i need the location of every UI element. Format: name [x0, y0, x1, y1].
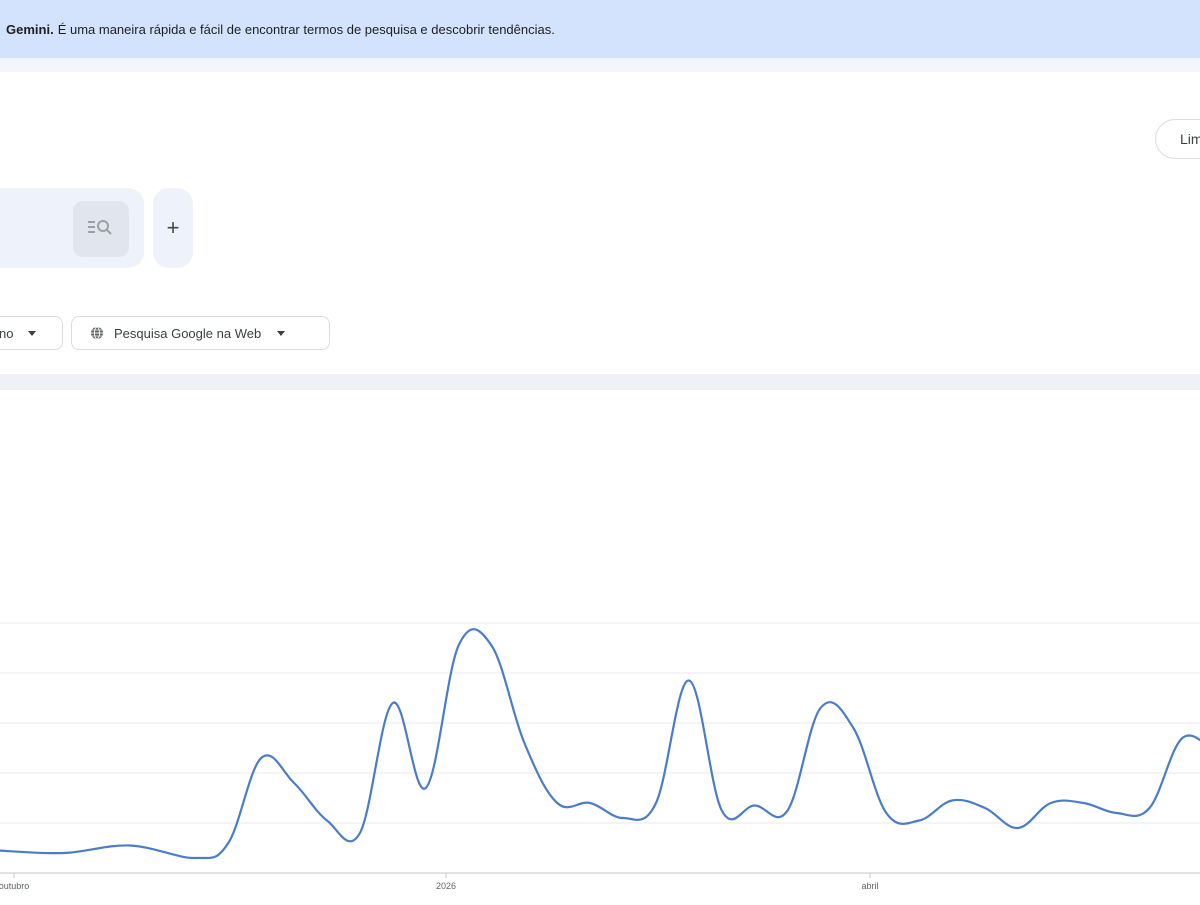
chart-grid	[0, 622, 1200, 874]
property-filter[interactable]: Pesquisa Google na Web	[71, 316, 330, 350]
info-banner: Gemini. É uma maneira rápida e fácil de …	[0, 0, 1200, 58]
chart-x-ticks: outubro 2026 abril	[0, 873, 879, 891]
period-filter-label: no	[0, 325, 14, 341]
chevron-down-icon	[28, 330, 37, 336]
series-line	[0, 628, 1200, 860]
explore-button[interactable]	[73, 201, 129, 257]
explore-search-icon	[86, 216, 116, 243]
banner-bold-text: Gemini.	[6, 21, 54, 37]
x-tick-label: outubro	[0, 881, 29, 891]
globe-icon	[90, 326, 104, 340]
plus-icon: +	[166, 215, 180, 240]
section-divider	[0, 374, 1200, 390]
x-tick-label: abril	[861, 881, 878, 891]
chevron-down-icon	[277, 330, 286, 336]
x-tick-label: 2026	[436, 881, 456, 891]
interest-over-time-chart: outubro 2026 abril	[0, 390, 1200, 900]
banner-divider	[0, 58, 1200, 72]
period-filter[interactable]: no	[0, 316, 63, 350]
top-right-button-label: Lim	[1180, 131, 1200, 147]
line-chart-svg: outubro 2026 abril	[0, 622, 1200, 891]
banner-text: É uma maneira rápida e fácil de encontra…	[57, 21, 555, 37]
top-right-button[interactable]: Lim	[1155, 119, 1200, 159]
add-term-button[interactable]: +	[153, 188, 193, 268]
property-filter-label: Pesquisa Google na Web	[114, 325, 262, 341]
